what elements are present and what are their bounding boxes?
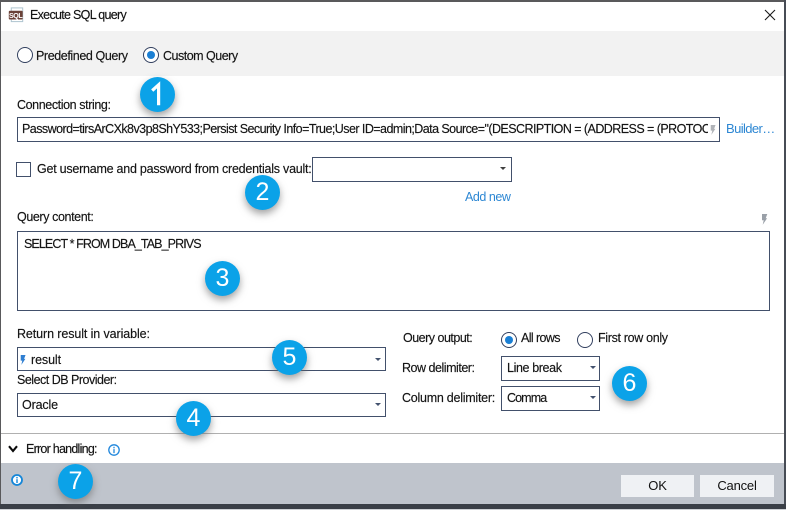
svg-text:SQL: SQL <box>9 12 23 20</box>
